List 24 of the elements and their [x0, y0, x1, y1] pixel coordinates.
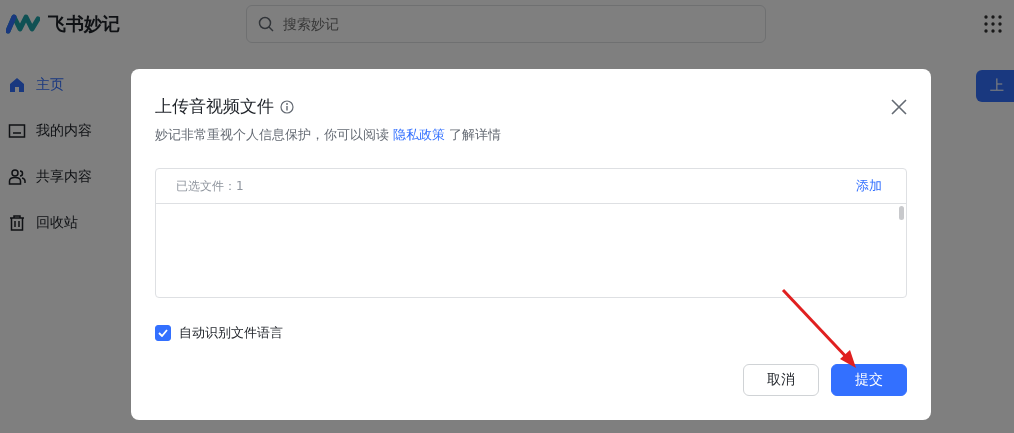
sidebar-item[interactable]: 回收站	[0, 206, 230, 240]
trash-icon	[8, 214, 26, 232]
apps-grid-icon[interactable]	[984, 15, 1002, 33]
privacy-policy-link[interactable]: 隐私政策	[393, 127, 446, 142]
folder-icon	[8, 122, 26, 140]
home-icon	[8, 76, 26, 94]
privacy-notice: 妙记非常重视个人信息保护，你可以阅读 隐私政策 了解详情	[155, 126, 503, 144]
upload-button[interactable]: 上	[976, 70, 1014, 102]
submit-button[interactable]: 提交	[831, 364, 907, 396]
logo-icon	[6, 13, 40, 35]
people-icon	[8, 168, 26, 186]
add-link[interactable]: 添加	[856, 177, 882, 195]
search-field[interactable]: 搜索妙记	[246, 5, 766, 43]
checkbox[interactable]	[155, 325, 171, 341]
cancel-button[interactable]: 取消	[743, 364, 819, 396]
info-icon	[280, 99, 294, 114]
dialog-title: 上传音视频文件	[155, 95, 274, 118]
selected-files-count: 已选文件：1	[176, 177, 244, 195]
close-icon	[891, 98, 907, 115]
close-button[interactable]	[891, 98, 907, 115]
checkbox-label: 自动识别文件语言	[179, 324, 283, 342]
app-name: 飞书妙记	[48, 12, 120, 36]
scrollbar-thumb[interactable]	[899, 206, 904, 220]
check-icon	[158, 329, 168, 337]
